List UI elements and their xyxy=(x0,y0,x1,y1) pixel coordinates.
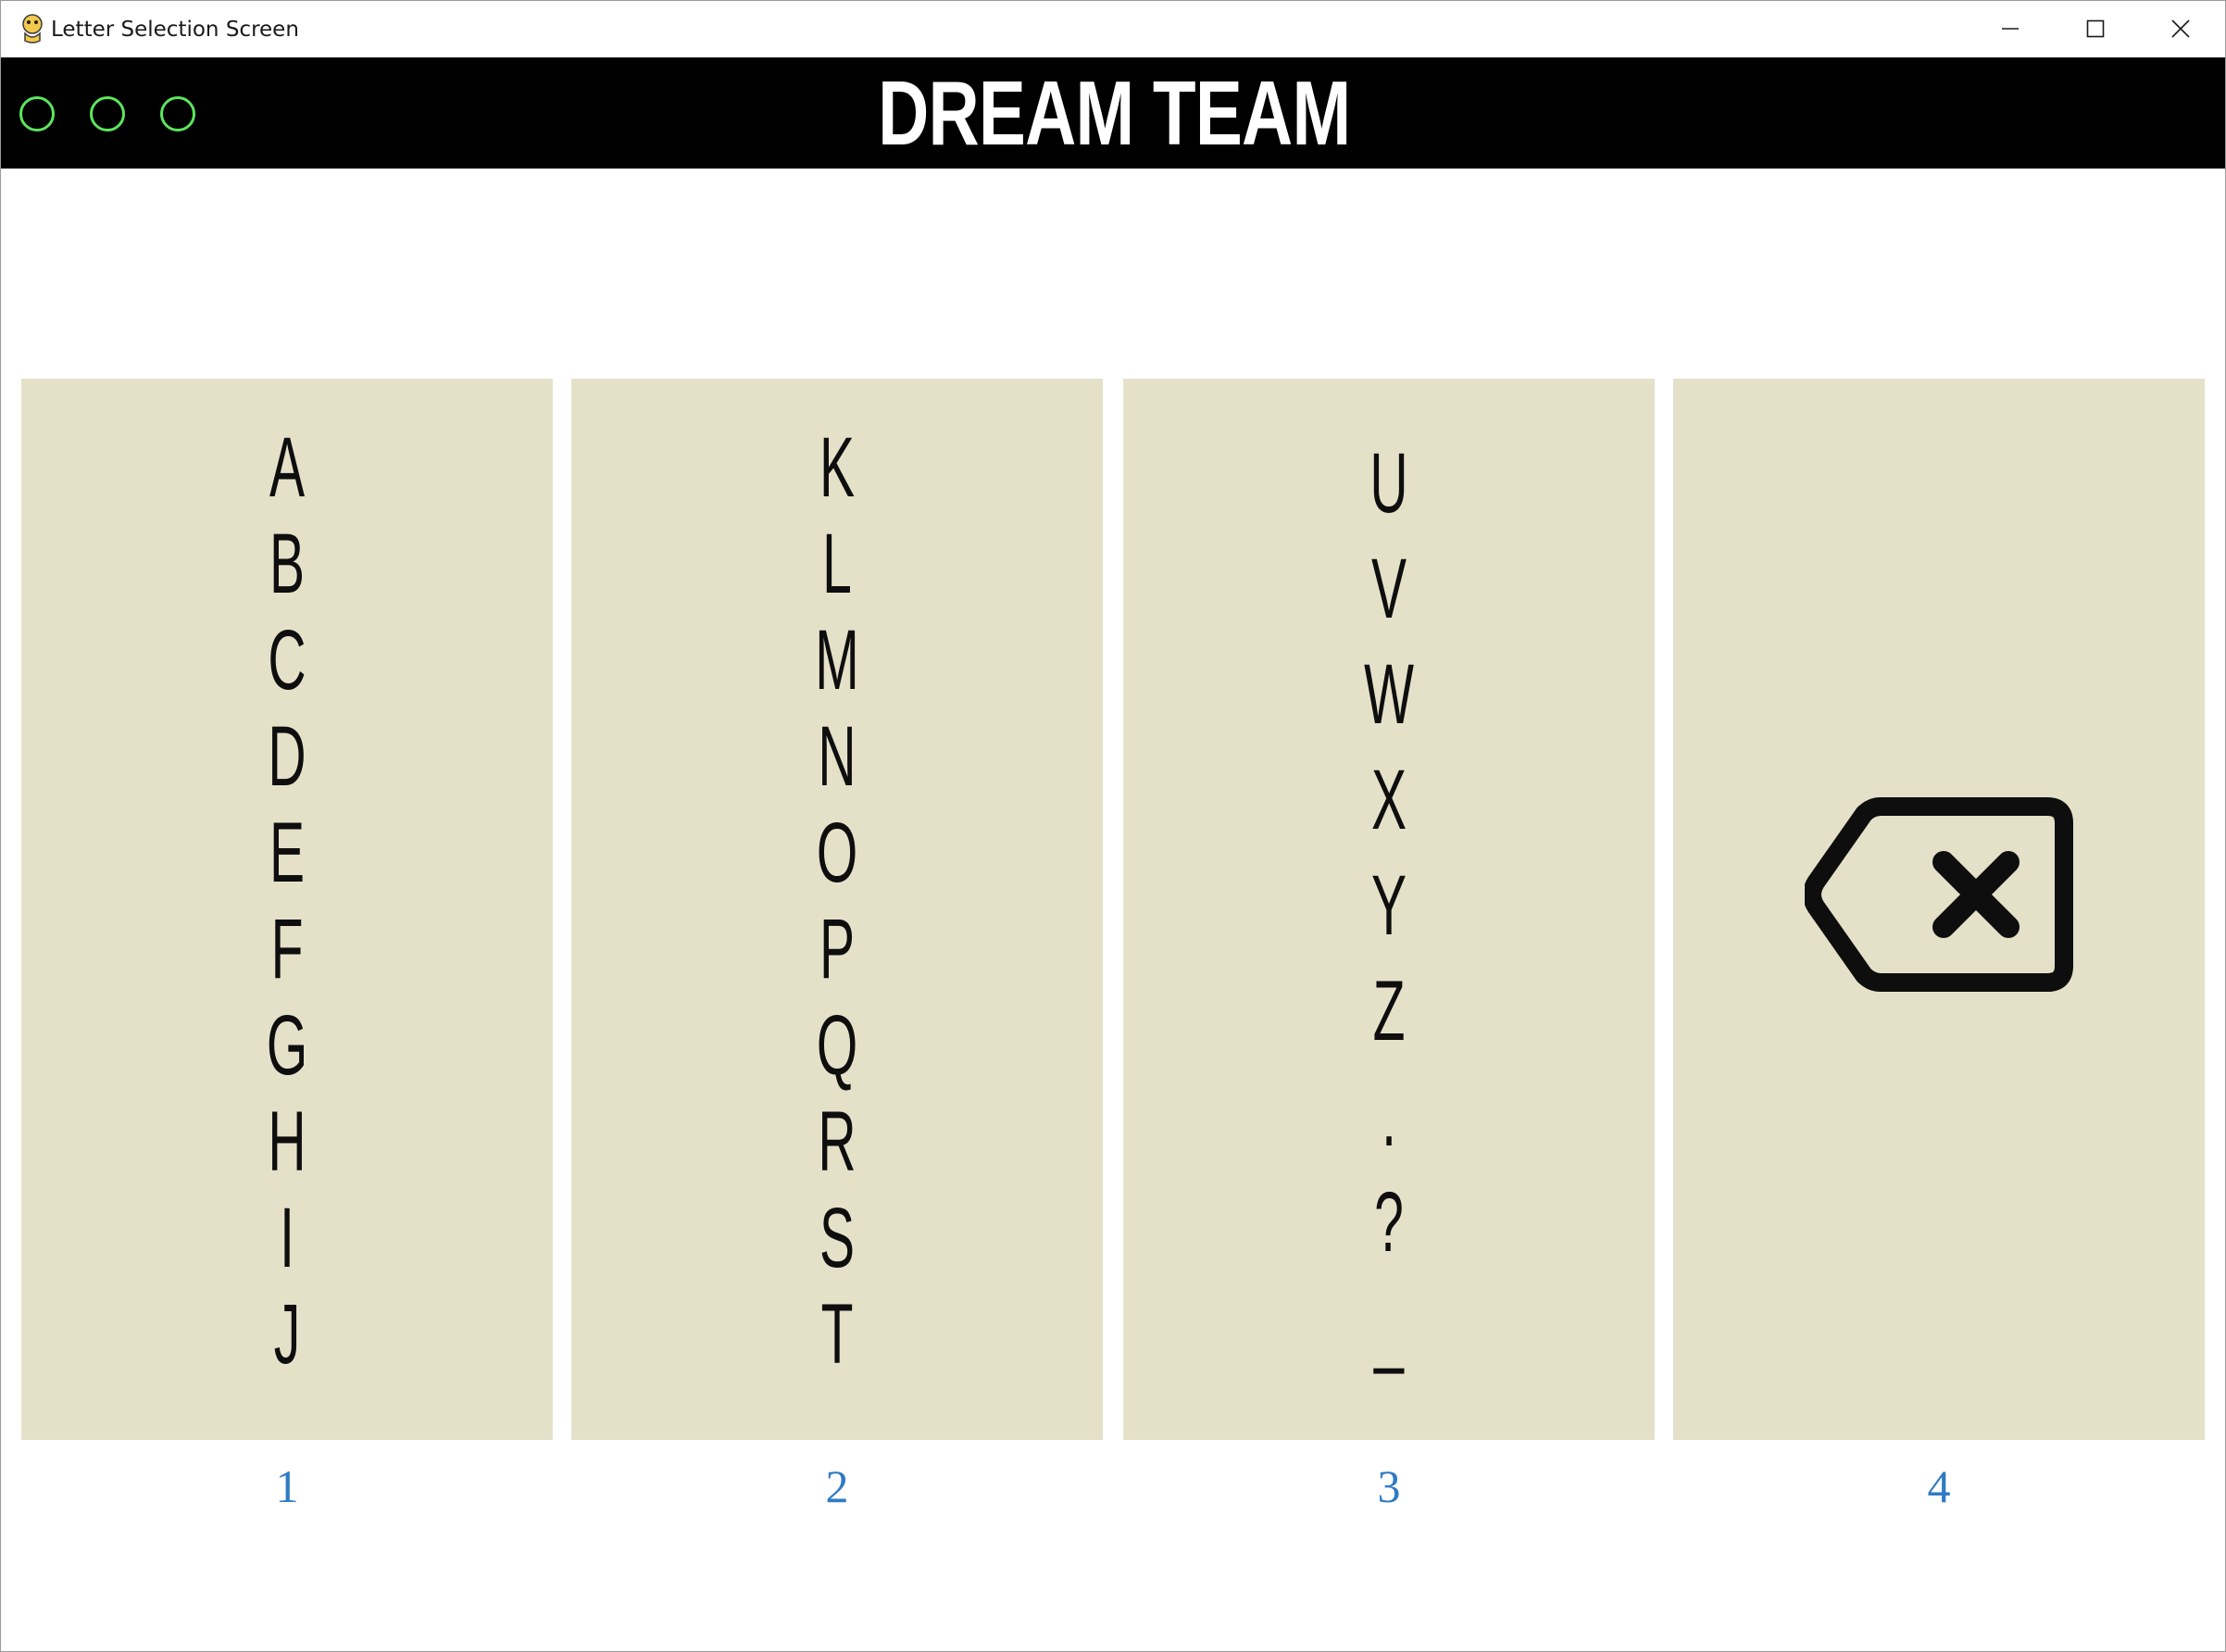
letter-w: W xyxy=(1364,647,1414,742)
letter-y: Y xyxy=(1370,858,1407,953)
backspace-group-4[interactable] xyxy=(1673,379,2205,1440)
group-number-2: 2 xyxy=(825,1460,849,1512)
letter-group-3[interactable]: U V W X Y Z . ? _ xyxy=(1123,379,1655,1440)
circle-indicator-2 xyxy=(90,96,125,131)
circle-indicator-3 xyxy=(160,96,195,131)
app-title: DREAM TEAM xyxy=(878,61,1351,164)
letter-h: H xyxy=(268,1095,306,1189)
letter-r: R xyxy=(818,1095,857,1189)
letter-period: . xyxy=(1382,1070,1396,1164)
group-number-1: 1 xyxy=(275,1460,299,1512)
letter-e: E xyxy=(269,806,306,900)
app-window: Letter Selection Screen DREAM TEAM A B C… xyxy=(0,0,2226,1652)
close-button[interactable] xyxy=(2138,1,2223,56)
letter-question-mark: ? xyxy=(1374,1175,1404,1270)
close-icon xyxy=(2171,19,2190,38)
letter-f: F xyxy=(270,902,304,996)
letter-p: P xyxy=(819,902,856,996)
letter-i: I xyxy=(280,1191,294,1285)
letter-list: K L M N O P Q R S T xyxy=(571,419,1103,1383)
letter-u: U xyxy=(1369,436,1408,531)
indicator-group xyxy=(19,96,195,131)
letter-list: U V W X Y Z . ? _ xyxy=(1123,431,1655,1381)
letter-list: A B C D E F G H I J xyxy=(21,419,553,1383)
group-number-4: 4 xyxy=(1927,1460,1951,1512)
letter-group-1[interactable]: A B C D E F G H I J xyxy=(21,379,553,1440)
letter-c: C xyxy=(268,613,306,707)
letter-o: O xyxy=(816,806,858,900)
letter-l: L xyxy=(822,517,852,611)
header-bar: DREAM TEAM xyxy=(1,57,2225,169)
window-title: Letter Selection Screen xyxy=(51,18,299,42)
letter-x: X xyxy=(1370,753,1407,847)
letter-t: T xyxy=(820,1287,854,1382)
group-number-3: 3 xyxy=(1377,1460,1401,1512)
maximize-icon xyxy=(2086,19,2105,38)
maximize-button[interactable] xyxy=(2053,1,2138,56)
backspace-icon xyxy=(1805,797,2073,992)
python-snake-icon xyxy=(22,14,43,44)
letter-n: N xyxy=(818,709,857,804)
letter-a: A xyxy=(269,420,306,515)
letter-v: V xyxy=(1370,542,1407,636)
letter-z: Z xyxy=(1372,964,1406,1058)
letter-j: J xyxy=(273,1287,301,1382)
letter-k: K xyxy=(819,420,856,515)
letter-b: B xyxy=(269,517,306,611)
letter-g: G xyxy=(266,998,308,1093)
letter-q: Q xyxy=(816,998,858,1093)
letter-group-2[interactable]: K L M N O P Q R S T xyxy=(571,379,1103,1440)
letter-underscore: _ xyxy=(1374,1281,1404,1375)
minimize-button[interactable] xyxy=(1968,1,2053,56)
title-bar: Letter Selection Screen xyxy=(1,1,2225,57)
letter-s: S xyxy=(819,1191,856,1285)
minimize-icon xyxy=(2002,28,2019,30)
letter-d: D xyxy=(268,709,306,804)
letter-m: M xyxy=(815,613,859,707)
circle-indicator-1 xyxy=(19,96,55,131)
